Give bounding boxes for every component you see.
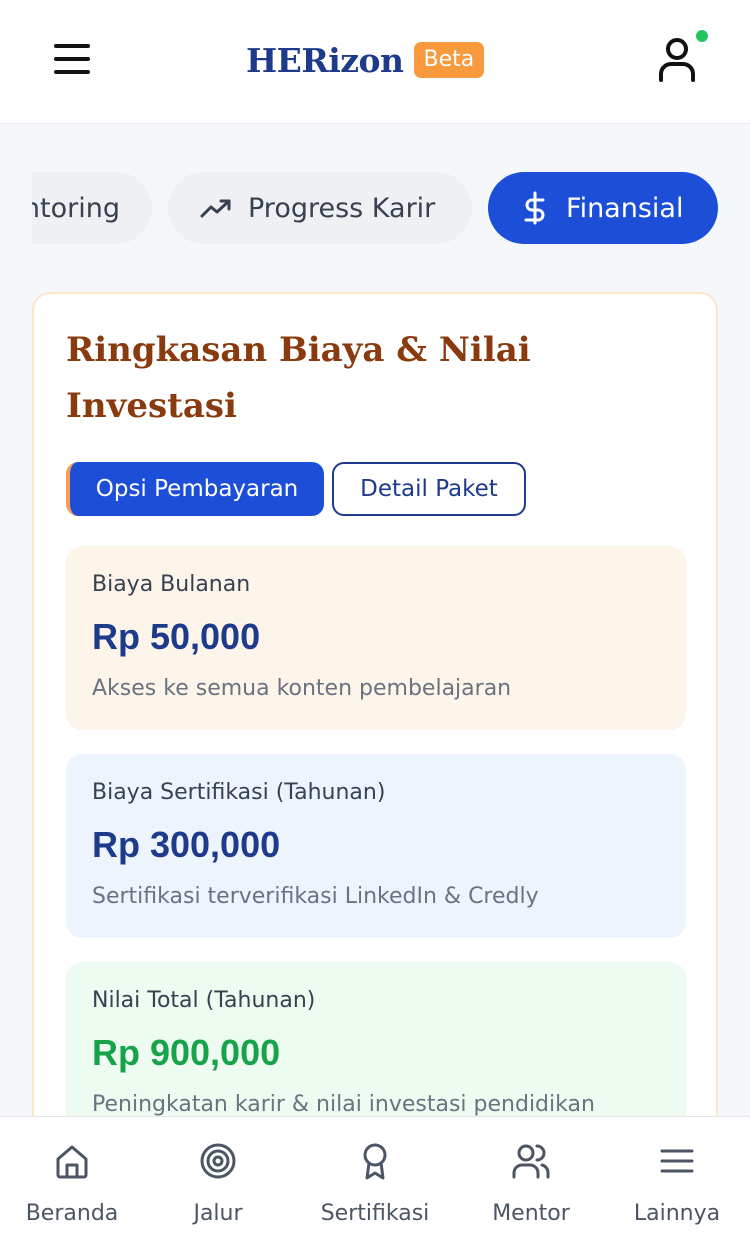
- beta-badge: Beta: [413, 41, 485, 79]
- nav-label: Sertifikasi: [320, 1201, 430, 1226]
- nav-item-mentor[interactable]: Mentor: [456, 1141, 606, 1231]
- cost-label: Biaya Sertifikasi (Tahunan): [92, 780, 386, 805]
- nav-item-lainnya[interactable]: Lainnya: [602, 1141, 750, 1231]
- home-icon: [56, 1145, 88, 1179]
- cost-description: Sertifikasi terverifikasi LinkedIn & Cre…: [92, 884, 539, 909]
- cost-summary-card: Ringkasan Biaya & Nilai Investasi Opsi P…: [32, 292, 718, 1152]
- tab-label: ntoring: [32, 192, 120, 224]
- brand-logo[interactable]: HERizon Beta: [246, 38, 485, 82]
- nav-label: Mentor: [492, 1201, 570, 1226]
- nav-item-beranda[interactable]: Beranda: [0, 1141, 147, 1231]
- nav-item-jalur[interactable]: Jalur: [143, 1141, 293, 1231]
- cost-value: Rp 50,000: [92, 616, 261, 657]
- cost-value: Rp 300,000: [92, 824, 281, 865]
- user-profile-button[interactable]: [656, 28, 710, 84]
- bottom-navigation: Beranda Jalur Sertifikasi Mentor Lainnya: [0, 1116, 750, 1243]
- target-icon: [200, 1143, 236, 1179]
- tab-label: Progress Karir: [248, 192, 436, 224]
- payment-options-button[interactable]: Opsi Pembayaran: [66, 462, 324, 516]
- award-icon: [363, 1143, 387, 1180]
- online-status-dot: [694, 28, 710, 44]
- hamburger-menu-icon[interactable]: [54, 44, 90, 74]
- dollar-icon: [524, 191, 545, 225]
- section-tabs: ntoring Progress Karir Finansial: [32, 170, 750, 246]
- trending-up-icon: [200, 199, 231, 218]
- cost-description: Akses ke semua konten pembelajaran: [92, 676, 512, 701]
- nav-label: Jalur: [193, 1201, 243, 1226]
- users-icon: [512, 1144, 550, 1179]
- cost-label: Biaya Bulanan: [92, 572, 251, 597]
- tab-finansial[interactable]: Finansial: [488, 172, 718, 244]
- brand-name: HERizon: [246, 40, 404, 80]
- package-details-button[interactable]: Detail Paket: [332, 462, 526, 516]
- tab-mentoring[interactable]: ntoring: [32, 172, 152, 244]
- cost-label: Nilai Total (Tahunan): [92, 988, 316, 1013]
- card-title: Ringkasan Biaya & Nilai Investasi: [66, 330, 531, 426]
- tab-progress-karir[interactable]: Progress Karir: [168, 172, 472, 244]
- monthly-cost-box: Biaya Bulanan Rp 50,000 Akses ke semua k…: [66, 546, 686, 730]
- tab-label: Finansial: [566, 192, 684, 224]
- nav-item-sertifikasi[interactable]: Sertifikasi: [300, 1141, 450, 1231]
- nav-label: Lainnya: [633, 1201, 721, 1226]
- top-header: HERizon Beta: [0, 0, 750, 124]
- nav-label: Beranda: [25, 1201, 119, 1226]
- menu-icon: [660, 1149, 694, 1173]
- certification-cost-box: Biaya Sertifikasi (Tahunan) Rp 300,000 S…: [66, 754, 686, 938]
- cost-value: Rp 900,000: [92, 1032, 281, 1073]
- user-icon: [659, 38, 695, 82]
